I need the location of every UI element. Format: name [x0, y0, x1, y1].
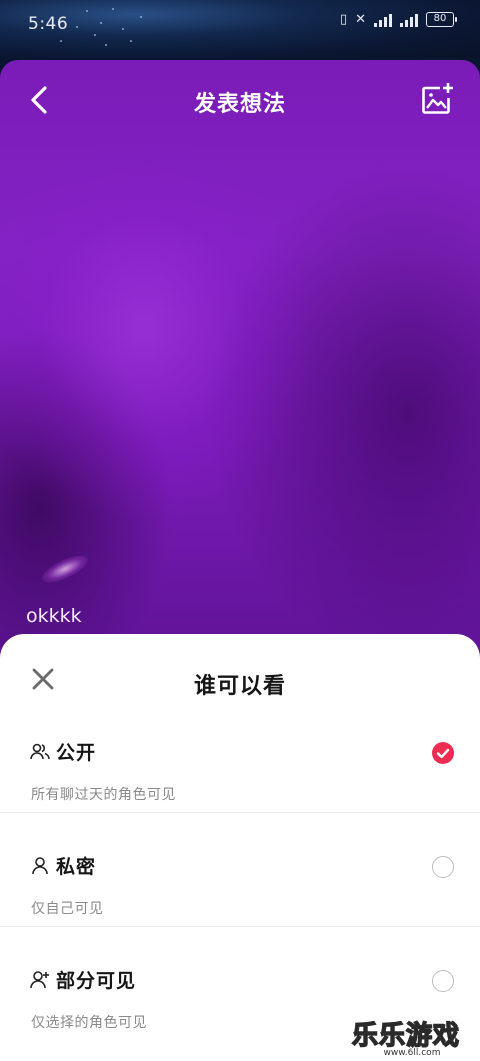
screen: 5:46 ▯ ✕ 80 发表想法 okkkk 谁可以看 公开 所有聊过天的角色可…	[0, 0, 480, 1061]
mute-icon: ✕	[355, 12, 366, 27]
option-description: 仅选择的角色可见	[31, 1015, 147, 1031]
divider	[0, 812, 480, 813]
option-header: 公开	[30, 738, 96, 765]
battery-icon: 80	[426, 12, 457, 27]
check-icon	[436, 748, 450, 759]
add-image-icon	[422, 83, 453, 114]
signal-icon-2	[400, 13, 418, 27]
option-public[interactable]: 公开 所有聊过天的角色可见	[0, 738, 480, 850]
option-description: 仅自己可见	[31, 901, 104, 917]
divider	[0, 926, 480, 927]
person-icon	[32, 856, 48, 874]
radio-selected[interactable]	[432, 742, 454, 764]
option-label: 公开	[56, 742, 97, 764]
status-bar: 5:46 ▯ ✕ 80	[0, 0, 480, 58]
option-private[interactable]: 私密 仅自己可见	[0, 852, 480, 964]
group-icon	[30, 743, 50, 759]
add-image-button[interactable]	[420, 82, 454, 116]
vibrate-icon: ▯	[339, 12, 348, 27]
watermark-text: 乐乐游戏	[351, 1020, 461, 1052]
watermark-logo: 乐乐游戏 www.6ll.com	[351, 1015, 472, 1058]
option-label: 私密	[56, 856, 97, 878]
person-add-icon	[30, 970, 49, 988]
option-header: 部分可见	[30, 966, 136, 993]
visibility-sheet: 谁可以看 公开 所有聊过天的角色可见 私密 仅自己可见 部分可见 仅选择的角色可…	[0, 634, 480, 1061]
post-text[interactable]: okkkk	[26, 605, 82, 627]
radio-unselected[interactable]	[432, 856, 454, 878]
sheet-title: 谁可以看	[193, 674, 286, 699]
post-card: 发表想法 okkkk	[0, 60, 480, 700]
signal-icon	[374, 13, 392, 27]
option-label: 部分可见	[56, 970, 137, 992]
option-description: 所有聊过天的角色可见	[31, 787, 176, 803]
status-indicators: ▯ ✕ 80	[339, 12, 457, 27]
radio-unselected[interactable]	[432, 970, 454, 992]
option-header: 私密	[30, 852, 96, 879]
light-glow	[38, 550, 92, 588]
status-time: 5:46	[28, 14, 69, 34]
page-title: 发表想法	[193, 92, 286, 117]
